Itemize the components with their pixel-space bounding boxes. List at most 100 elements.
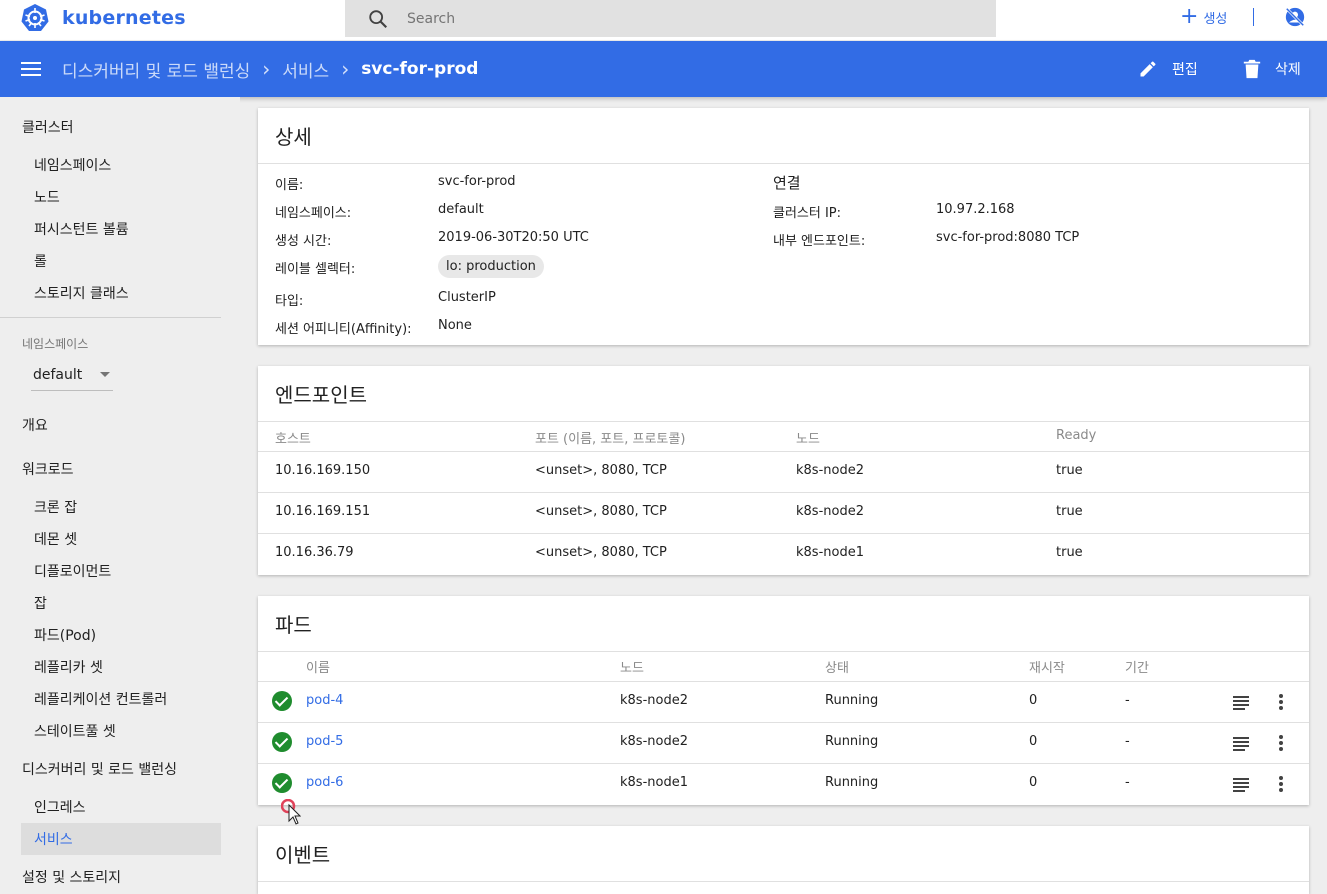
- sidebar-item-overview[interactable]: 개요: [22, 415, 48, 435]
- detail-value: default: [438, 202, 484, 217]
- detail-value: None: [438, 318, 472, 333]
- detail-label: 생성 시간:: [275, 234, 332, 249]
- more-vert-icon[interactable]: [1279, 776, 1283, 792]
- detail-label: 타입:: [275, 294, 304, 309]
- sidebar-item-stateful-sets[interactable]: 스테이트풀 셋: [34, 721, 116, 741]
- column-header: 포트 (이름, 포트, 프로토콜): [535, 432, 686, 447]
- endpoint-ports: <unset>, 8080, TCP: [535, 463, 667, 478]
- breadcrumb-item-services[interactable]: 서비스: [282, 57, 329, 82]
- endpoint-ports: <unset>, 8080, TCP: [535, 545, 667, 560]
- detail-label: 이름:: [275, 178, 304, 193]
- pod-status: Running: [825, 693, 879, 708]
- sidebar-item-cluster[interactable]: 클러스터: [22, 117, 74, 137]
- logs-icon[interactable]: [1233, 737, 1249, 751]
- status-check-icon: [272, 732, 292, 752]
- menu-icon[interactable]: [21, 62, 41, 76]
- detail-value: svc-for-prod:8080 TCP: [936, 230, 1080, 245]
- sidebar-item-nodes[interactable]: 노드: [34, 187, 60, 207]
- pencil-icon: [1140, 61, 1156, 77]
- page-toolbar: 디스커버리 및 로드 밸런싱 › 서비스 › svc-for-prod 편집 삭…: [0, 41, 1327, 97]
- sidebar-item-config-storage[interactable]: 설정 및 스토리지: [22, 867, 121, 887]
- label-chip: lo: production: [438, 255, 544, 278]
- pod-age: -: [1125, 693, 1130, 708]
- trash-icon: [1243, 59, 1261, 79]
- chevron-right-icon: ›: [262, 57, 271, 81]
- endpoint-host: 10.16.36.79: [275, 545, 354, 560]
- sidebar-item-pods[interactable]: 파드(Pod): [34, 625, 96, 645]
- detail-label: 네임스페이스:: [275, 206, 352, 221]
- user-settings-icon[interactable]: [1284, 6, 1306, 28]
- sidebar-item-roles[interactable]: 롤: [34, 251, 47, 271]
- pods-card: 파드 이름 노드 상태 재시작 기간 pod-4 k8s-node2 Runni…: [258, 596, 1309, 805]
- detail-label: 클러스터 IP:: [773, 206, 842, 221]
- search-input[interactable]: [407, 10, 927, 27]
- kubernetes-logo[interactable]: kubernetes: [20, 3, 186, 33]
- endpoints-title: 엔드포인트: [258, 366, 1309, 422]
- endpoint-host: 10.16.169.151: [275, 504, 371, 519]
- endpoint-host: 10.16.169.150: [275, 463, 371, 478]
- sidebar-item-daemon-sets[interactable]: 데몬 셋: [34, 529, 77, 549]
- column-header: 호스트: [275, 432, 311, 447]
- sidebar-item-jobs[interactable]: 잡: [34, 593, 47, 613]
- more-vert-icon[interactable]: [1279, 735, 1283, 751]
- top-bar: kubernetes + 생성: [0, 0, 1327, 40]
- pod-node: k8s-node2: [620, 734, 688, 749]
- endpoint-ready: true: [1056, 504, 1083, 519]
- pod-status: Running: [825, 734, 879, 749]
- edit-button[interactable]: 편집: [1138, 41, 1198, 97]
- sidebar-item-discovery[interactable]: 디스커버리 및 로드 밸런싱: [22, 759, 177, 779]
- sidebar-item-workloads[interactable]: 워크로드: [22, 459, 74, 479]
- detail-label: 세션 어피니티(Affinity):: [275, 322, 412, 337]
- chevron-right-icon: ›: [341, 57, 350, 81]
- namespace-label: 네임스페이스: [22, 337, 89, 351]
- delete-button[interactable]: 삭제: [1243, 41, 1301, 97]
- search-bar[interactable]: [345, 0, 996, 37]
- more-vert-icon[interactable]: [1279, 694, 1283, 710]
- sidebar-item-cron-jobs[interactable]: 크론 잡: [34, 497, 77, 517]
- endpoint-node: k8s-node2: [796, 463, 864, 478]
- endpoint-ports: <unset>, 8080, TCP: [535, 504, 667, 519]
- sidebar-item-services[interactable]: 서비스: [34, 829, 73, 849]
- pod-name-link[interactable]: pod-4: [306, 693, 343, 708]
- sidebar-item-storage-classes[interactable]: 스토리지 클래스: [34, 283, 129, 303]
- plus-icon: +: [1180, 4, 1199, 29]
- sidebar-item-replication-controllers[interactable]: 레플리케이션 컨트롤러: [34, 689, 167, 709]
- column-header: 상태: [825, 661, 849, 676]
- mouse-cursor-icon: [281, 799, 301, 825]
- logs-icon[interactable]: [1233, 778, 1249, 792]
- search-icon: [369, 9, 388, 28]
- pod-name-link[interactable]: pod-6: [306, 775, 343, 790]
- namespace-select[interactable]: default: [31, 363, 113, 391]
- status-check-icon: [272, 691, 292, 711]
- sidebar-item-deployments[interactable]: 디플로이먼트: [34, 561, 111, 581]
- sidebar-item-persistent-volumes[interactable]: 퍼시스턴트 볼륨: [34, 219, 129, 239]
- row-divider: [258, 681, 1309, 682]
- detail-label: 레이블 셀렉터:: [275, 262, 356, 277]
- row-divider: [258, 763, 1309, 764]
- dropdown-arrow-icon: [100, 372, 110, 377]
- pod-age: -: [1125, 734, 1130, 749]
- endpoint-node: k8s-node2: [796, 504, 864, 519]
- endpoints-card: 엔드포인트 호스트 포트 (이름, 포트, 프로토콜) 노드 Ready 10.…: [258, 366, 1309, 575]
- breadcrumb-item-discovery[interactable]: 디스커버리 및 로드 밸런싱: [62, 57, 250, 82]
- pod-age: -: [1125, 775, 1130, 790]
- logs-icon[interactable]: [1233, 696, 1249, 710]
- sidebar-item-ingress[interactable]: 인그레스: [34, 797, 86, 817]
- create-label: 생성: [1203, 11, 1228, 27]
- pod-restarts: 0: [1029, 734, 1038, 749]
- pod-status: Running: [825, 775, 879, 790]
- sidebar-item-namespaces[interactable]: 네임스페이스: [34, 155, 111, 175]
- endpoint-ready: true: [1056, 545, 1083, 560]
- pod-name-link[interactable]: pod-5: [306, 734, 343, 749]
- create-button[interactable]: + 생성: [1180, 5, 1227, 29]
- column-header: 재시작: [1029, 661, 1065, 676]
- sidebar-item-replica-sets[interactable]: 레플리카 셋: [34, 657, 103, 677]
- row-divider: [258, 533, 1309, 534]
- namespace-value: default: [33, 367, 83, 383]
- details-card: 상세 이름: svc-for-prod 네임스페이스: default 생성 시…: [258, 108, 1309, 345]
- sidebar-divider: [0, 317, 221, 318]
- endpoint-ready: true: [1056, 463, 1083, 478]
- detail-value: svc-for-prod: [438, 174, 516, 189]
- column-header: Ready: [1056, 428, 1097, 443]
- sidebar: 클러스터 네임스페이스 노드 퍼시스턴트 볼륨 롤 스토리지 클래스 네임스페이…: [0, 97, 240, 894]
